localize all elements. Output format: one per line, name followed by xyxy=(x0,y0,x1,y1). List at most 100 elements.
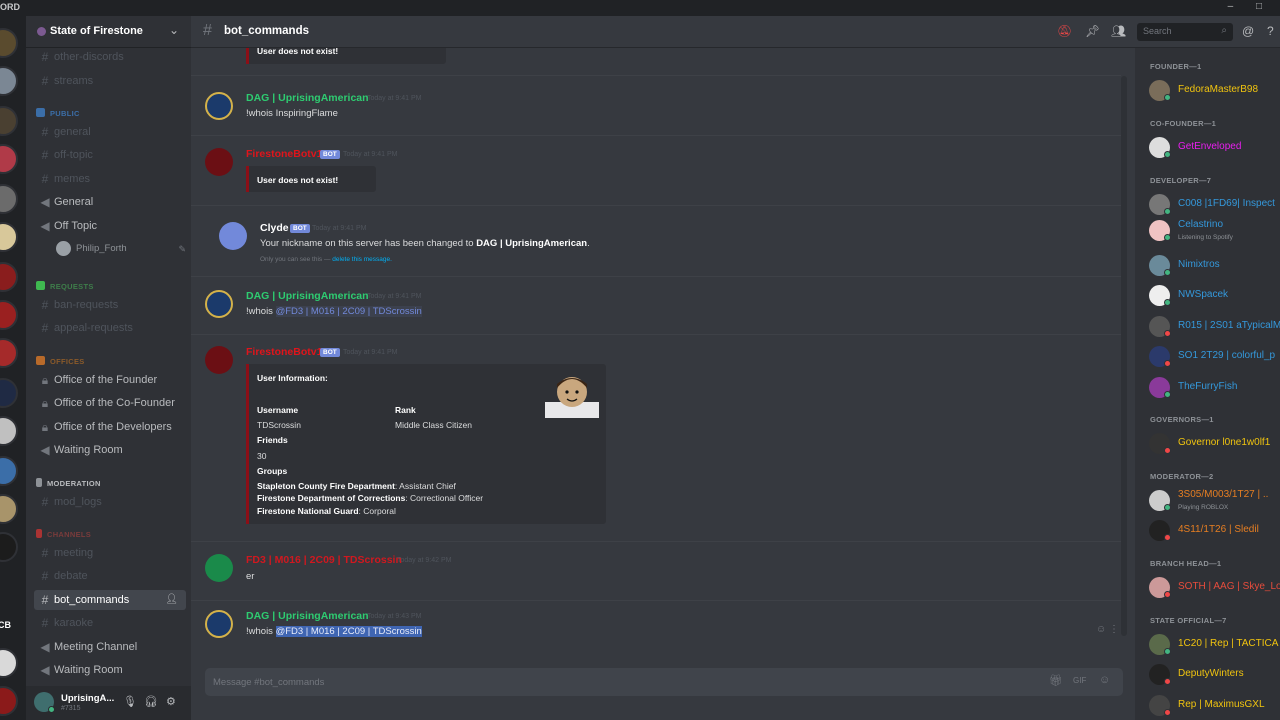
window-controls[interactable]: – □ xyxy=(1228,1,1272,12)
member[interactable]: DeputyWinters xyxy=(1149,662,1280,686)
member[interactable]: SO1 2T29 | colorful_p xyxy=(1149,344,1280,368)
member[interactable]: 4S11/1T26 | Sledil xyxy=(1149,518,1280,542)
mic-icon[interactable]: 🎙︎ xyxy=(123,695,137,708)
category-requests[interactable]: REQUESTS xyxy=(36,281,94,291)
voice-channel-off-topic[interactable]: ◀ Off Topic xyxy=(34,216,186,236)
avatar[interactable] xyxy=(205,346,233,374)
message-author[interactable]: DAG | UprisingAmerican xyxy=(246,92,369,104)
member[interactable]: NWSpacek xyxy=(1149,283,1280,307)
gif-icon[interactable]: GIF xyxy=(1073,676,1086,685)
channel-ban-requests[interactable]: # ban-requests xyxy=(34,295,186,315)
avatar[interactable] xyxy=(205,610,233,638)
avatar[interactable] xyxy=(205,92,233,120)
channel-karaoke[interactable]: # karaoke xyxy=(34,613,186,633)
members-icon[interactable]: 👥︎ xyxy=(1111,24,1126,38)
channel-general[interactable]: # general xyxy=(34,122,186,142)
server-icon[interactable] xyxy=(0,144,18,174)
help-icon[interactable]: ? xyxy=(1267,24,1274,38)
channel-mod-logs[interactable]: # mod_logs xyxy=(34,492,186,512)
server-header[interactable]: State of Firestone ⌄ xyxy=(26,16,191,48)
member[interactable]: GetEnveloped xyxy=(1149,135,1280,159)
category-icon xyxy=(36,478,42,487)
member[interactable]: SOTH | AAG | Skye_Lo xyxy=(1149,575,1280,599)
member[interactable]: FedoraMasterB98 xyxy=(1149,78,1280,102)
server-icon[interactable] xyxy=(0,106,18,136)
user-mention[interactable]: @FD3 | M016 | 2C09 | TDScrossin xyxy=(275,306,422,317)
message-timestamp: Today at 9:41 PM xyxy=(343,151,398,158)
chevron-down-icon[interactable]: ⌄ xyxy=(169,23,179,37)
mute-channel-icon[interactable]: 🔕︎ xyxy=(1057,24,1072,38)
message-author[interactable]: DAG | UprisingAmerican xyxy=(246,610,369,622)
server-icon[interactable] xyxy=(0,262,18,292)
channel-memes[interactable]: # memes xyxy=(34,169,186,189)
message-author[interactable]: FirestoneBotv1 xyxy=(246,148,322,160)
category-moderation[interactable]: MODERATION xyxy=(36,478,101,488)
server-icon[interactable] xyxy=(0,456,18,486)
server-icon[interactable] xyxy=(0,416,18,446)
voice-channel-general[interactable]: ◀ General xyxy=(34,192,186,212)
reaction-icon[interactable]: ☺ ⋮ xyxy=(1096,624,1119,635)
member[interactable]: 1C20 | Rep | TACTICA xyxy=(1149,632,1280,656)
channel-debate[interactable]: # debate xyxy=(34,566,186,586)
gift-icon[interactable]: 🎁︎ xyxy=(1049,674,1063,687)
channel-office-developers[interactable]: 🔒︎ Office of the Developers xyxy=(34,417,186,437)
search-input[interactable]: Search ⌕ xyxy=(1137,23,1233,41)
message-author[interactable]: Clyde xyxy=(260,222,289,234)
channel-bot-commands[interactable]: # bot_commands 👤︎ xyxy=(34,590,186,610)
channel-title: bot_commands xyxy=(224,25,309,37)
member-name: Celastrino xyxy=(1178,219,1224,230)
server-icon[interactable] xyxy=(0,648,18,678)
member[interactable]: Celastrino Listening to Spotify xyxy=(1149,218,1280,242)
server-icon[interactable] xyxy=(0,338,18,368)
category-offices[interactable]: OFFICES xyxy=(36,356,85,366)
channel-office-co-founder[interactable]: 🔒︎ Office of the Co-Founder xyxy=(34,393,186,413)
invite-icon[interactable]: 👤︎ xyxy=(165,590,178,610)
channel-appeal-requests[interactable]: # appeal-requests xyxy=(34,318,186,338)
emoji-icon[interactable]: ☺ xyxy=(1099,674,1110,686)
voice-channel-meeting[interactable]: ◀ Meeting Channel xyxy=(34,637,186,657)
clyde-avatar[interactable] xyxy=(219,222,247,250)
avatar[interactable] xyxy=(205,148,233,176)
voice-channel-waiting-room[interactable]: ◀ Waiting Room xyxy=(34,440,186,460)
pin-icon[interactable]: 📌︎ xyxy=(1085,24,1100,38)
server-icon[interactable] xyxy=(0,66,18,96)
category-public[interactable]: PUBLIC xyxy=(36,108,80,118)
server-icon[interactable] xyxy=(0,300,18,330)
member[interactable]: C008 |1FD69| Inspect xyxy=(1149,192,1280,216)
member[interactable]: Nimixtros xyxy=(1149,253,1280,277)
member[interactable]: R015 | 2S01 aTypicalM xyxy=(1149,314,1280,338)
server-icon[interactable] xyxy=(0,28,18,58)
message-composer[interactable]: Message #bot_commands 🎁︎ GIF ☺ xyxy=(205,668,1123,696)
server-icon[interactable] xyxy=(0,494,18,524)
channel-streams[interactable]: # streams xyxy=(34,71,186,91)
scrollbar[interactable] xyxy=(1121,76,1127,636)
server-icon[interactable] xyxy=(0,378,18,408)
member[interactable]: TheFurryFish xyxy=(1149,375,1280,399)
channel-off-topic[interactable]: # off-topic xyxy=(34,145,186,165)
member-name: SO1 2T29 | colorful_p xyxy=(1178,350,1276,361)
channel-other-discords[interactable]: # other-discords xyxy=(34,47,186,67)
delete-message-link[interactable]: delete this message. xyxy=(332,256,392,263)
message-author[interactable]: FirestoneBotv1 xyxy=(246,346,322,358)
server-icon[interactable] xyxy=(0,686,18,716)
voice-user[interactable]: Philip_Forth ✎ xyxy=(56,240,186,258)
server-icon[interactable] xyxy=(0,532,18,562)
headphones-icon[interactable]: 🎧︎ xyxy=(144,695,158,708)
user-mention[interactable]: @FD3 | M016 | 2C09 | TDScrossin xyxy=(275,626,422,637)
message-author[interactable]: DAG | UprisingAmerican xyxy=(246,290,369,302)
avatar[interactable] xyxy=(205,290,233,318)
message-author[interactable]: FD3 | M016 | 2C09 | TDScrossin xyxy=(246,554,402,566)
avatar[interactable] xyxy=(205,554,233,582)
member[interactable]: 3S05/M003/1T27 | .. Playing ROBLOX xyxy=(1149,488,1280,512)
member[interactable]: Rep | MaximusGXL xyxy=(1149,693,1280,717)
role-header: BRANCH HEAD—1 xyxy=(1150,559,1222,568)
gear-icon[interactable]: ⚙ xyxy=(166,695,176,708)
server-icon[interactable] xyxy=(0,222,18,252)
channel-meeting[interactable]: # meeting xyxy=(34,543,186,563)
channel-office-founder[interactable]: 🔒︎ Office of the Founder xyxy=(34,370,186,390)
mention-icon[interactable]: @ xyxy=(1242,24,1254,38)
category-channels[interactable]: CHANNELS xyxy=(36,529,91,539)
member[interactable]: Governor l0ne1w0lf1 xyxy=(1149,431,1280,455)
server-icon[interactable] xyxy=(0,184,18,214)
voice-channel-waiting-room-2[interactable]: ◀ Waiting Room xyxy=(34,660,186,680)
